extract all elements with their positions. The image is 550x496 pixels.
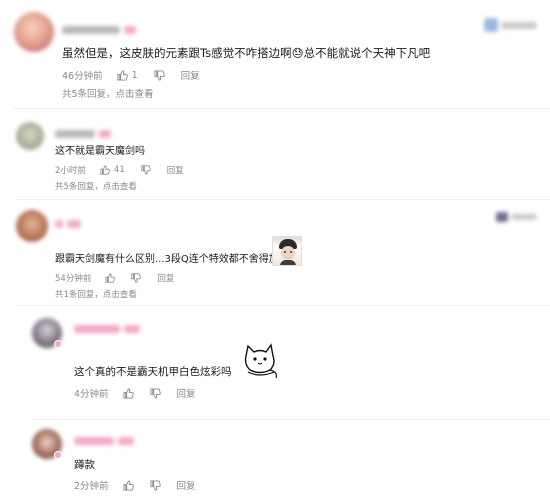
comment-meta: 54分钟前 回复 <box>55 272 190 284</box>
reply-button[interactable]: 回复 <box>181 68 200 82</box>
comment-item: 跟霸天剑魔有什么区别...3段Q连个特效都不舍得加吗 54分钟前 回复 共1条回… <box>0 200 550 306</box>
username[interactable] <box>74 323 140 335</box>
comment-item: 这个真的不是霸天机甲白色炫彩吗 4分钟前 回复 <box>0 306 550 421</box>
reply-label: 回复 <box>176 389 196 400</box>
dislike-button[interactable] <box>131 273 142 283</box>
reply-label: 回复 <box>176 481 196 492</box>
username[interactable] <box>55 218 81 230</box>
user-badge <box>484 18 537 32</box>
sticker-image <box>272 236 302 266</box>
comment-text: 跟霸天剑魔有什么区别...3段Q连个特效都不舍得加吗 <box>55 254 289 265</box>
comment-meta: 4分钟前 回复 <box>74 386 212 400</box>
divider <box>14 108 550 109</box>
thumbs-up-icon <box>100 165 110 175</box>
view-replies-link[interactable]: 共5条回复，点击查看 <box>55 180 137 192</box>
comment-time: 2分钟前 <box>74 481 109 492</box>
reply-label: 回复 <box>180 71 200 82</box>
thumbs-up-icon <box>117 69 128 81</box>
like-button[interactable]: 41 <box>100 165 125 175</box>
thumbs-down-icon <box>154 69 165 81</box>
comment-text: 蹲款 <box>74 459 95 471</box>
reply-button[interactable]: 回复 <box>177 386 196 400</box>
comment-time: 54分钟前 <box>55 274 92 284</box>
comment-item: 蹲款 2分钟前 回复 <box>0 421 550 496</box>
comment-text: 这不就是霸天魔剑吗 <box>55 146 145 157</box>
dislike-button[interactable] <box>150 479 161 491</box>
reply-button[interactable]: 回复 <box>177 478 196 492</box>
like-count: 41 <box>113 165 125 175</box>
dislike-button[interactable] <box>150 387 161 399</box>
thumbs-down-icon <box>150 479 161 491</box>
reply-button[interactable]: 回复 <box>157 272 174 284</box>
comment-time: 4分钟前 <box>74 389 109 400</box>
divider <box>32 419 550 420</box>
like-button[interactable] <box>123 479 134 491</box>
comment-meta: 46分钟前 1 回复 <box>62 68 216 83</box>
user-badge <box>496 212 537 222</box>
dislike-button[interactable] <box>141 165 151 175</box>
avatar[interactable] <box>16 210 48 242</box>
comment-meta: 2分钟前 回复 <box>74 478 212 492</box>
thumbs-down-icon <box>131 273 142 283</box>
cat-sticker-icon <box>244 343 277 379</box>
dislike-button[interactable] <box>154 69 165 81</box>
comment-item: 这不就是霸天魔剑吗 2小时前 41 回复 共5条回复，点击查看 <box>0 110 550 200</box>
thumbs-up-icon <box>123 387 134 399</box>
like-button[interactable] <box>105 273 116 283</box>
thumbs-up-icon <box>105 273 116 283</box>
reply-label: 回复 <box>166 166 184 176</box>
comment-text: 这个真的不是霸天机甲白色炫彩吗 <box>74 366 232 378</box>
avatar[interactable] <box>16 122 44 150</box>
reply-label: 回复 <box>157 274 175 284</box>
like-count: 1 <box>131 69 138 81</box>
comment-time: 46分钟前 <box>62 71 103 82</box>
view-replies-link[interactable]: 共5条回复，点击查看 <box>62 86 154 100</box>
like-button[interactable] <box>123 387 134 399</box>
username[interactable] <box>62 24 136 36</box>
thumbs-down-icon <box>150 387 161 399</box>
thumbs-down-icon <box>141 165 151 175</box>
reply-button[interactable]: 回复 <box>167 164 184 176</box>
comment-item: 虽然但是，这皮肤的元素跟Ts感觉不咋搭边啊😓总不能就说个天神下凡吧 46分钟前 … <box>0 0 550 110</box>
comment-meta: 2小时前 41 回复 <box>55 164 200 176</box>
like-button[interactable]: 1 <box>117 70 138 81</box>
avatar-badge <box>54 340 62 348</box>
avatar[interactable] <box>14 12 54 52</box>
comment-time: 2小时前 <box>55 166 86 176</box>
thumbs-up-icon <box>123 479 134 491</box>
comment-text: 虽然但是，这皮肤的元素跟Ts感觉不咋搭边啊😓总不能就说个天神下凡吧 <box>62 46 431 60</box>
username[interactable] <box>55 128 111 140</box>
username[interactable] <box>74 435 134 447</box>
avatar-badge <box>54 451 62 459</box>
view-replies-link[interactable]: 共1条回复，点击查看 <box>55 288 137 300</box>
